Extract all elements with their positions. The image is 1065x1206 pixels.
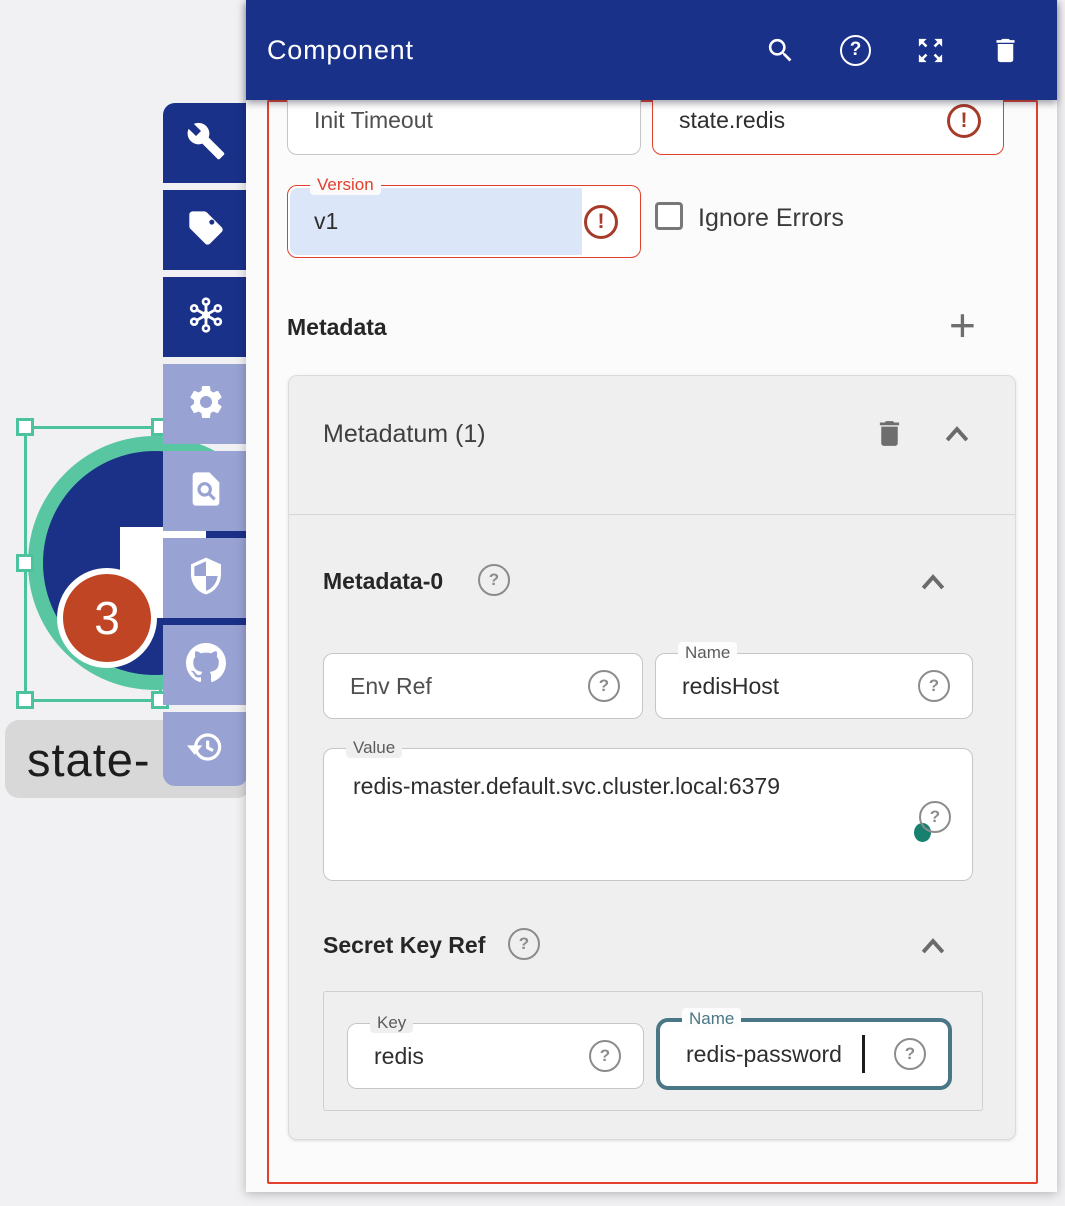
panel-header: Component ? <box>246 0 1057 100</box>
wrench-icon <box>186 121 226 166</box>
help-icon[interactable]: ? <box>918 670 950 702</box>
selection-edge-bottom <box>25 699 162 702</box>
shield-icon <box>186 556 226 601</box>
metadata-name-field[interactable]: Name ? <box>655 653 973 719</box>
key-field-label: Key <box>370 1012 413 1033</box>
toolbar-button-configure[interactable] <box>163 103 248 183</box>
selection-edge-top <box>25 426 162 429</box>
error-count-badge: 3 <box>57 568 157 668</box>
chevron-up-icon <box>942 423 972 445</box>
ignore-errors-checkbox[interactable] <box>655 202 683 230</box>
panel-content: ! Version ! Ignore Errors Metadata + Met… <box>246 0 1057 1192</box>
version-field[interactable]: Version ! <box>287 185 641 258</box>
tag-icon <box>186 208 226 253</box>
name-field-label: Name <box>678 642 737 663</box>
toolbar-button-cluster[interactable] <box>163 277 248 357</box>
trash-icon <box>873 417 906 450</box>
add-metadata-button[interactable]: + <box>949 305 976 345</box>
toolbar-button-github[interactable] <box>163 625 248 705</box>
selection-handle-bottom-left[interactable] <box>16 691 34 709</box>
help-icon[interactable]: ? <box>508 928 540 960</box>
selection-handle-top-left[interactable] <box>16 418 34 436</box>
panel-title: Component <box>267 35 414 66</box>
document-search-icon <box>186 469 226 514</box>
text-cursor <box>862 1035 865 1073</box>
collapse-secret-key-ref-button[interactable] <box>918 935 948 957</box>
help-icon[interactable]: ? <box>894 1038 926 1070</box>
gear-icon <box>186 382 226 427</box>
metadata0-heading: Metadata-0 <box>323 568 443 595</box>
help-icon[interactable]: ? <box>588 670 620 702</box>
ignore-errors-label: Ignore Errors <box>698 204 844 233</box>
github-icon <box>186 643 226 688</box>
value-field-label: Value <box>346 737 402 758</box>
help-icon[interactable]: ? <box>478 564 510 596</box>
toolbar-button-settings[interactable] <box>163 364 248 444</box>
toolbar-button-security[interactable] <box>163 538 248 618</box>
chevron-up-icon <box>918 935 948 957</box>
env-ref-field[interactable]: ? <box>323 653 643 719</box>
metadata-value-input[interactable]: redis-master.default.svc.cluster.local:6… <box>324 749 972 880</box>
chevron-up-icon <box>918 571 948 593</box>
secret-key-ref-heading: Secret Key Ref <box>323 932 485 959</box>
error-icon: ! <box>947 104 981 138</box>
metadatum-title: Metadatum (1) <box>323 420 486 449</box>
secret-key-field[interactable]: Key ? <box>347 1023 644 1089</box>
delete-metadatum-button[interactable] <box>873 417 906 450</box>
secret-name-field-label: Name <box>682 1008 741 1029</box>
toolbar-button-tags[interactable] <box>163 190 248 270</box>
error-icon: ! <box>584 205 618 239</box>
component-properties-panel: ! Version ! Ignore Errors Metadata + Met… <box>246 0 1057 1192</box>
metadata-heading: Metadata <box>287 314 387 341</box>
metadatum-card: Metadatum (1) Metadata-0 ? ? <box>288 375 1016 1140</box>
toolbar-button-history[interactable] <box>163 712 248 786</box>
trash-icon[interactable] <box>990 35 1021 66</box>
node-toolbar <box>163 103 248 793</box>
secret-key-ref-group: Key ? Name ? <box>323 991 983 1111</box>
help-icon[interactable]: ? <box>840 35 871 66</box>
history-icon <box>186 727 226 772</box>
search-icon[interactable] <box>765 35 796 66</box>
divider <box>289 514 1015 515</box>
help-icon[interactable]: ? <box>919 801 951 833</box>
metadata-value-field[interactable]: redis-master.default.svc.cluster.local:6… <box>323 748 973 881</box>
expand-icon[interactable] <box>915 35 946 66</box>
toolbar-button-inspect[interactable] <box>163 451 248 531</box>
collapse-metadata0-button[interactable] <box>918 571 948 593</box>
secret-name-field-focused[interactable]: Name ? <box>656 1018 952 1090</box>
selection-handle-mid-left[interactable] <box>16 554 34 572</box>
version-field-label: Version <box>310 174 381 195</box>
help-icon[interactable]: ? <box>589 1040 621 1072</box>
app-canvas: 3 state- <box>0 0 1065 1206</box>
collapse-metadatum-button[interactable] <box>942 423 972 445</box>
hub-icon <box>186 295 226 340</box>
